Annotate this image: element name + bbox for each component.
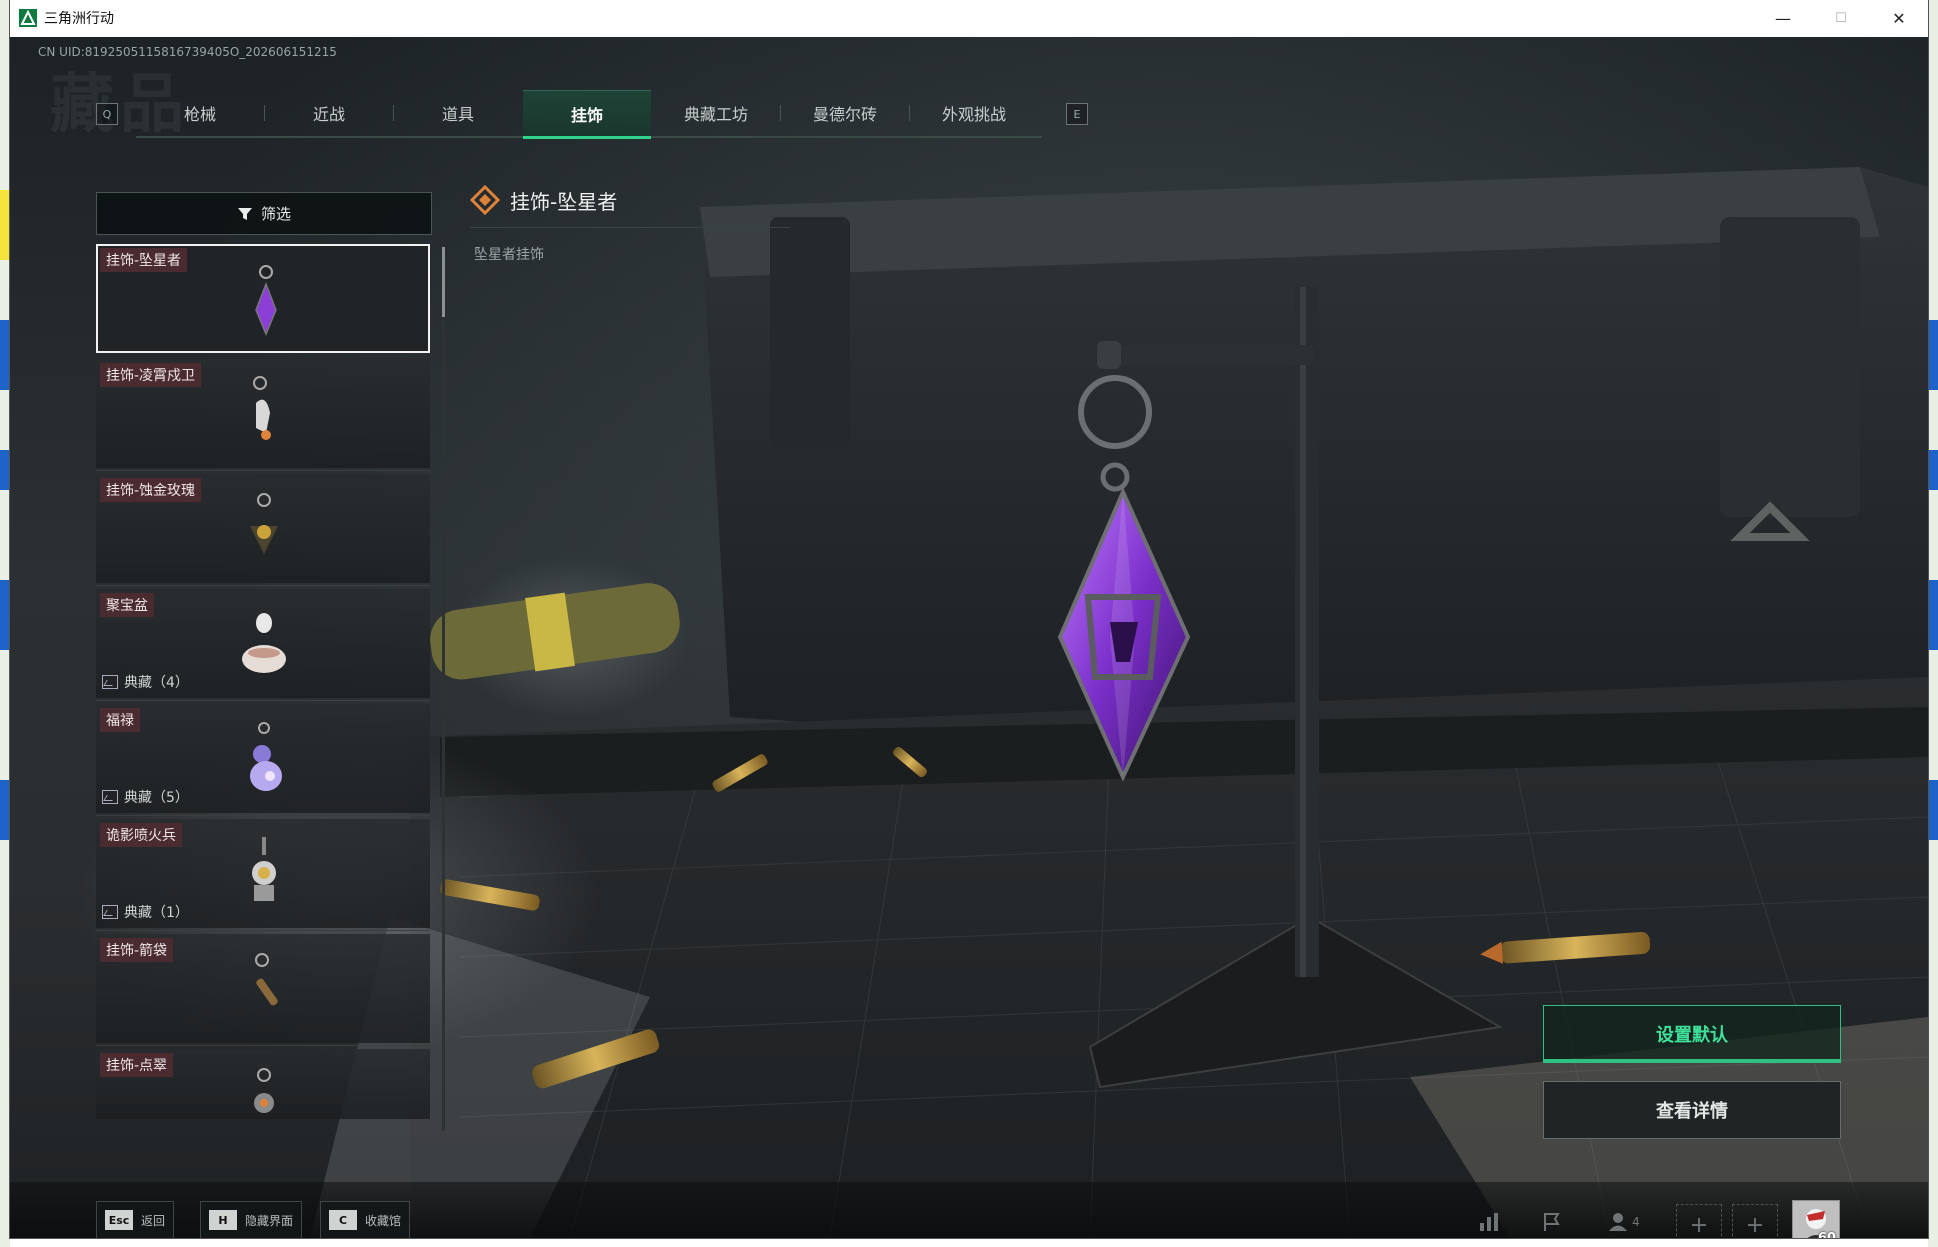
list-scrollbar[interactable] bbox=[442, 247, 445, 1131]
list-item-fulu[interactable]: 福禄 典藏（5） bbox=[96, 704, 430, 816]
charm-thumbnail-icon bbox=[250, 722, 282, 791]
key-cap: Esc bbox=[105, 1210, 133, 1230]
tab-melee[interactable]: 近战 bbox=[265, 90, 393, 136]
list-item-kingfisher[interactable]: 挂饰-点翠 bbox=[96, 1049, 430, 1119]
charm-thumbnail-icon bbox=[255, 953, 278, 1006]
party-slot-add[interactable]: + bbox=[1732, 1204, 1778, 1238]
list-item-shadow-flamethrower[interactable]: 诡影喷火兵 典藏（1） bbox=[96, 819, 430, 931]
collection-badge: 典藏（5） bbox=[102, 787, 189, 807]
detail-title: 挂饰-坠星者 bbox=[510, 189, 618, 214]
party-slot-add[interactable]: + bbox=[1676, 1204, 1722, 1238]
stats-chart-icon[interactable] bbox=[1470, 1204, 1510, 1238]
list-item-treasure-bowl[interactable]: 聚宝盆 典藏（4） bbox=[96, 589, 430, 701]
tab-mandel-brick[interactable]: 曼德尔砖 bbox=[781, 90, 909, 136]
collection-hall-hotkey[interactable]: C 收藏馆 bbox=[320, 1201, 411, 1238]
back-hotkey[interactable]: Esc 返回 bbox=[96, 1201, 175, 1238]
player-level: 60 bbox=[1818, 1231, 1836, 1238]
image-icon bbox=[102, 790, 118, 804]
hotkey-label: 收藏馆 bbox=[365, 1213, 402, 1228]
item-name: 福禄 bbox=[100, 708, 140, 732]
close-button[interactable]: ✕ bbox=[1870, 0, 1928, 37]
item-name: 挂饰-凌霄戍卫 bbox=[100, 363, 202, 387]
title-bar: 三角洲行动 — ☐ ✕ bbox=[10, 0, 1928, 37]
next-tab-key-hint[interactable]: E bbox=[1066, 103, 1088, 125]
item-name: 挂饰-箭袋 bbox=[100, 938, 174, 962]
friend-count: 4 bbox=[1632, 1215, 1640, 1229]
item-name: 挂饰-点翠 bbox=[100, 1053, 174, 1077]
item-name: 挂饰-坠星者 bbox=[100, 248, 188, 272]
collection-badge-text: 典藏（1） bbox=[124, 905, 189, 921]
item-divider bbox=[96, 585, 430, 586]
category-tabs: 枪械 近战 道具 挂饰 典藏工坊 曼德尔砖 外观挑战 bbox=[136, 90, 1042, 139]
charm-thumbnail-icon bbox=[255, 265, 277, 336]
item-divider bbox=[96, 700, 430, 701]
flag-icon[interactable] bbox=[1532, 1204, 1572, 1238]
item-name: 诡影喷火兵 bbox=[100, 823, 182, 847]
tab-charms[interactable]: 挂饰 bbox=[523, 90, 651, 139]
hotkey-label: 返回 bbox=[141, 1213, 166, 1228]
player-avatar[interactable]: 60 bbox=[1792, 1200, 1840, 1238]
app-logo-icon bbox=[19, 9, 37, 27]
hide-ui-hotkey[interactable]: H 隐藏界面 bbox=[200, 1201, 303, 1238]
image-icon bbox=[102, 675, 118, 689]
list-item-quiver[interactable]: 挂饰-箭袋 bbox=[96, 934, 430, 1046]
tab-gear[interactable]: 道具 bbox=[394, 90, 522, 136]
collection-badge-text: 典藏（4） bbox=[124, 675, 189, 691]
desktop-right-edge bbox=[1928, 0, 1938, 1247]
detail-divider bbox=[470, 227, 790, 228]
desktop-left-edge bbox=[0, 0, 10, 1247]
maximize-button[interactable]: ☐ bbox=[1812, 0, 1870, 37]
charm-thumbnail-icon bbox=[252, 837, 276, 901]
list-item-gilded-rose[interactable]: 挂饰-蚀金玫瑰 bbox=[96, 474, 430, 586]
item-name: 聚宝盆 bbox=[100, 593, 154, 617]
tab-appearance-challenge[interactable]: 外观挑战 bbox=[910, 90, 1038, 136]
list-item-falling-star[interactable]: 挂饰-坠星者 bbox=[96, 244, 430, 353]
key-cap: C bbox=[329, 1210, 357, 1230]
filter-button[interactable]: 筛选 bbox=[96, 192, 432, 235]
view-details-button[interactable]: 查看详情 bbox=[1543, 1081, 1841, 1139]
collection-badge: 典藏（1） bbox=[102, 902, 189, 922]
item-name: 挂饰-蚀金玫瑰 bbox=[100, 478, 202, 502]
charm-thumbnail-icon bbox=[254, 1068, 274, 1113]
window-title: 三角洲行动 bbox=[44, 11, 114, 27]
player-uid: CN UID:8192505115816739405O_202606151215 bbox=[38, 45, 337, 59]
friends-icon bbox=[1609, 1213, 1628, 1231]
game-window: 三角洲行动 — ☐ ✕ 藏品 CN UID:819250511581673940… bbox=[10, 0, 1928, 1238]
scroll-thumb[interactable] bbox=[442, 247, 445, 317]
item-divider bbox=[96, 930, 430, 931]
item-divider bbox=[96, 470, 430, 471]
filter-label: 筛选 bbox=[260, 205, 291, 223]
tab-guns[interactable]: 枪械 bbox=[136, 90, 264, 136]
item-divider bbox=[96, 1045, 430, 1046]
image-icon bbox=[102, 905, 118, 919]
set-default-button[interactable]: 设置默认 bbox=[1543, 1005, 1841, 1063]
detail-subtitle: 坠星者挂饰 bbox=[474, 247, 544, 263]
charm-thumbnail-icon bbox=[242, 613, 286, 673]
hotkey-label: 隐藏界面 bbox=[245, 1213, 294, 1228]
minimize-button[interactable]: — bbox=[1754, 0, 1812, 37]
key-cap: H bbox=[209, 1210, 237, 1230]
game-viewport: 藏品 CN UID:8192505115816739405O_202606151… bbox=[10, 37, 1928, 1238]
collection-badge: 典藏（4） bbox=[102, 672, 189, 692]
charm-thumbnail-icon bbox=[250, 493, 278, 554]
charm-thumbnail-icon bbox=[253, 376, 271, 440]
item-divider bbox=[96, 815, 430, 816]
collection-badge-text: 典藏（5） bbox=[124, 790, 189, 806]
rarity-diamond-icon bbox=[470, 185, 500, 215]
list-item-lingxiao-guard[interactable]: 挂饰-凌霄戍卫 bbox=[96, 359, 430, 471]
prev-tab-key-hint[interactable]: Q bbox=[96, 103, 118, 125]
friends-button[interactable]: 4 bbox=[1598, 1204, 1650, 1238]
detail-header: 挂饰-坠星者 bbox=[470, 185, 617, 215]
filter-icon bbox=[237, 207, 252, 220]
tab-collection-workshop[interactable]: 典藏工坊 bbox=[652, 90, 780, 136]
charm-list: 挂饰-坠星者 挂饰-凌霄戍卫 挂饰-蚀金玫瑰 聚宝盆 典藏（4） 福禄 典藏（5… bbox=[96, 244, 430, 1124]
